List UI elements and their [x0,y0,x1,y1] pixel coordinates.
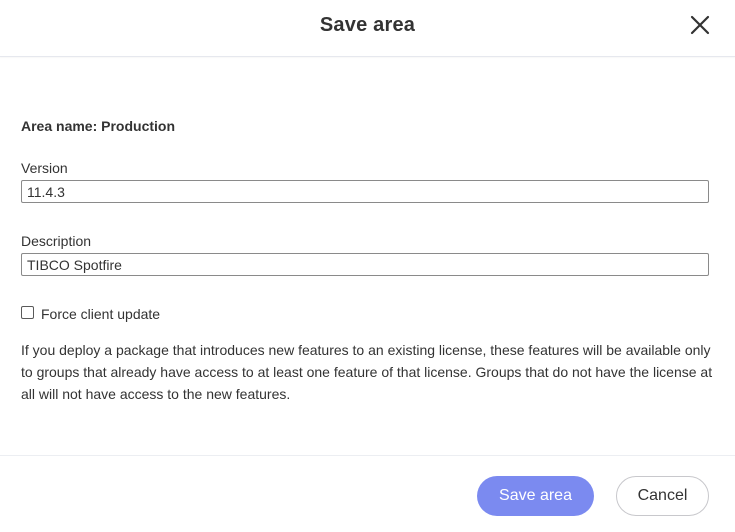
footer-divider [0,455,735,456]
cancel-button[interactable]: Cancel [616,476,709,516]
dialog-title: Save area [319,14,416,36]
force-client-update-label[interactable]: Force client update [41,306,160,322]
save-area-button[interactable]: Save area [477,476,594,516]
version-label: Version [21,160,68,176]
force-client-update-checkbox[interactable] [21,305,34,319]
version-input[interactable] [21,180,709,203]
force-client-update-row[interactable]: Force client update [21,303,160,322]
description-label: Description [21,233,92,249]
close-icon [690,15,710,35]
area-name-label: Area name: Production [21,118,176,134]
save-area-dialog: Save area Area name: Production Version … [0,0,735,532]
license-info-text: If you deploy a package that introduces … [21,342,713,402]
description-input[interactable] [21,253,709,276]
dialog-header: Save area [0,0,735,57]
close-button[interactable] [686,11,714,39]
